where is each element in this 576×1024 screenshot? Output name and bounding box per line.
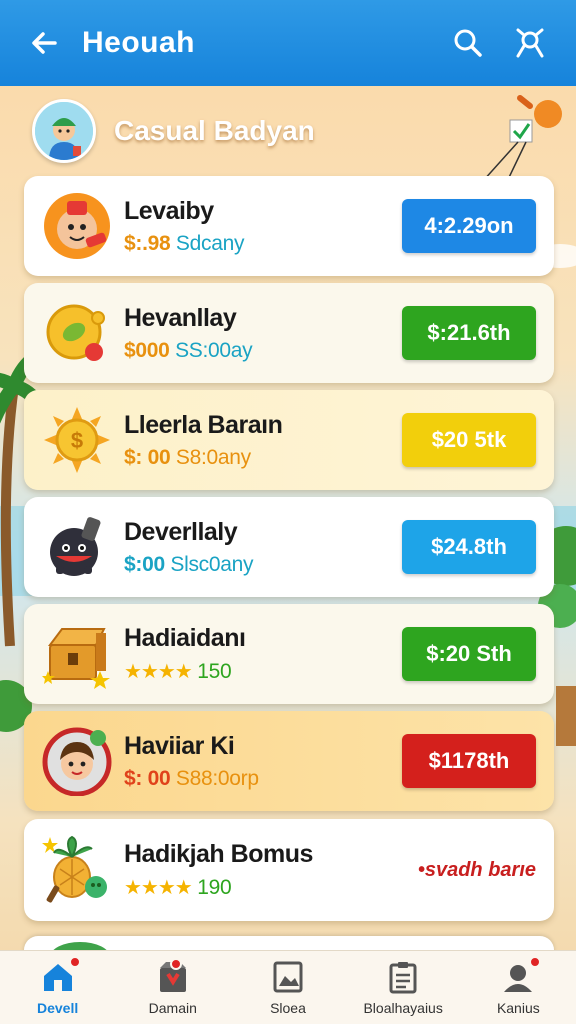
bottom-nav: Devell Damain Sloea Bloalhayaius Kanius bbox=[0, 950, 576, 1024]
item-subtitle: $:00 Slsc0any bbox=[124, 552, 254, 576]
profile-button[interactable] bbox=[508, 21, 552, 65]
nav-item-gallery[interactable]: Sloea bbox=[233, 960, 343, 1016]
nav-label: Bloalhayaius bbox=[363, 999, 443, 1016]
nav-label: Kanius bbox=[496, 999, 540, 1016]
nav-label: Sloea bbox=[270, 999, 306, 1016]
price-button[interactable]: 4:2.29on bbox=[402, 199, 536, 253]
search-button[interactable] bbox=[446, 21, 490, 65]
item-name: Deverllaly bbox=[124, 517, 238, 546]
item-name: Hadiaidanı bbox=[124, 624, 246, 652]
star-rating-icon: ★★★★ bbox=[124, 877, 193, 899]
item-subtitle: $000 SS:00ay bbox=[124, 338, 253, 362]
price-button[interactable]: $20 5tk bbox=[402, 413, 536, 467]
nav-item-profile[interactable]: Kanius bbox=[463, 955, 573, 1016]
item-name: Haviiar Ki bbox=[124, 731, 235, 760]
notification-dot bbox=[68, 955, 81, 968]
item-name: Hadikjah Bomus bbox=[124, 840, 313, 868]
item-subtitle: $: 00 S8:0any bbox=[124, 445, 251, 469]
item-name: Hevanllay bbox=[124, 303, 237, 332]
treasure-chest-icon bbox=[42, 628, 110, 689]
bonus-link[interactable]: •svadh barıe bbox=[418, 859, 536, 882]
nav-item-tasks[interactable]: Bloalhayaius bbox=[348, 960, 458, 1016]
notification-dot bbox=[169, 957, 182, 970]
character-badge-icon bbox=[42, 727, 112, 796]
app-title: Heouah bbox=[82, 26, 196, 59]
list-item[interactable]: Levaiby $:.98 Sdcany 4:2.29on bbox=[24, 176, 554, 276]
list-item[interactable]: Hadikjah Bomus ★★★★ 190 •svadh barıe bbox=[24, 819, 554, 921]
pineapple-bonus-icon bbox=[42, 835, 107, 903]
gallery-icon bbox=[271, 960, 305, 994]
item-subtitle: $: 00 S88:0orp bbox=[124, 766, 259, 790]
nav-item-home[interactable]: Devell bbox=[3, 955, 113, 1016]
arrow-left-icon bbox=[32, 32, 57, 54]
item-name: Lleerla Baraın bbox=[124, 410, 283, 439]
user-avatar[interactable] bbox=[32, 99, 96, 163]
app-bar: Heouah bbox=[0, 0, 576, 86]
list-item[interactable]: $ Lleerla Baraın $: 00 S8:0any $20 5tk bbox=[24, 390, 554, 490]
list-item[interactable]: Hevanllay $000 SS:00ay $:21.6th bbox=[24, 283, 554, 383]
person-icon bbox=[516, 28, 544, 58]
nav-label: Damain bbox=[148, 999, 197, 1016]
list-item[interactable]: Deverllaly $:00 Slsc0any $24.8th bbox=[24, 497, 554, 597]
item-name: Levaiby bbox=[124, 196, 214, 225]
list-item[interactable]: Haviiar Ki $: 00 S88:0orp $1178th bbox=[24, 711, 554, 811]
mascot-icon bbox=[44, 193, 110, 259]
item-rating: ★★★★ 190 bbox=[124, 876, 232, 899]
search-icon bbox=[454, 29, 482, 57]
price-button[interactable]: $:21.6th bbox=[402, 306, 536, 360]
back-button[interactable] bbox=[24, 23, 64, 63]
price-button[interactable]: $24.8th bbox=[402, 520, 536, 574]
profile-icon bbox=[501, 955, 542, 994]
coins-icon bbox=[46, 304, 105, 361]
price-button[interactable]: $:20 Sth bbox=[402, 627, 536, 681]
nav-label: Devell bbox=[36, 999, 79, 1016]
store-icon bbox=[156, 957, 190, 994]
bomb-icon bbox=[50, 517, 101, 576]
sun-coin-icon: $ bbox=[44, 407, 110, 473]
item-rating: ★★★★ 150 bbox=[124, 660, 232, 683]
svg-text:$: $ bbox=[71, 428, 83, 453]
home-icon bbox=[41, 955, 81, 994]
notification-dot bbox=[529, 955, 542, 968]
list-item[interactable]: Hadiaidanı ★★★★ 150 $:20 Sth bbox=[24, 604, 554, 704]
star-rating-icon: ★★★★ bbox=[124, 661, 193, 683]
offer-list: Levaiby $:.98 Sdcany 4:2.29on Hevanllay … bbox=[24, 176, 554, 928]
item-subtitle: $:.98 Sdcany bbox=[124, 231, 245, 255]
clipboard-icon bbox=[386, 960, 420, 994]
section-title: Casual Badyan bbox=[114, 115, 315, 146]
nav-item-store[interactable]: Damain bbox=[118, 957, 228, 1016]
price-button[interactable]: $1178th bbox=[402, 734, 536, 788]
